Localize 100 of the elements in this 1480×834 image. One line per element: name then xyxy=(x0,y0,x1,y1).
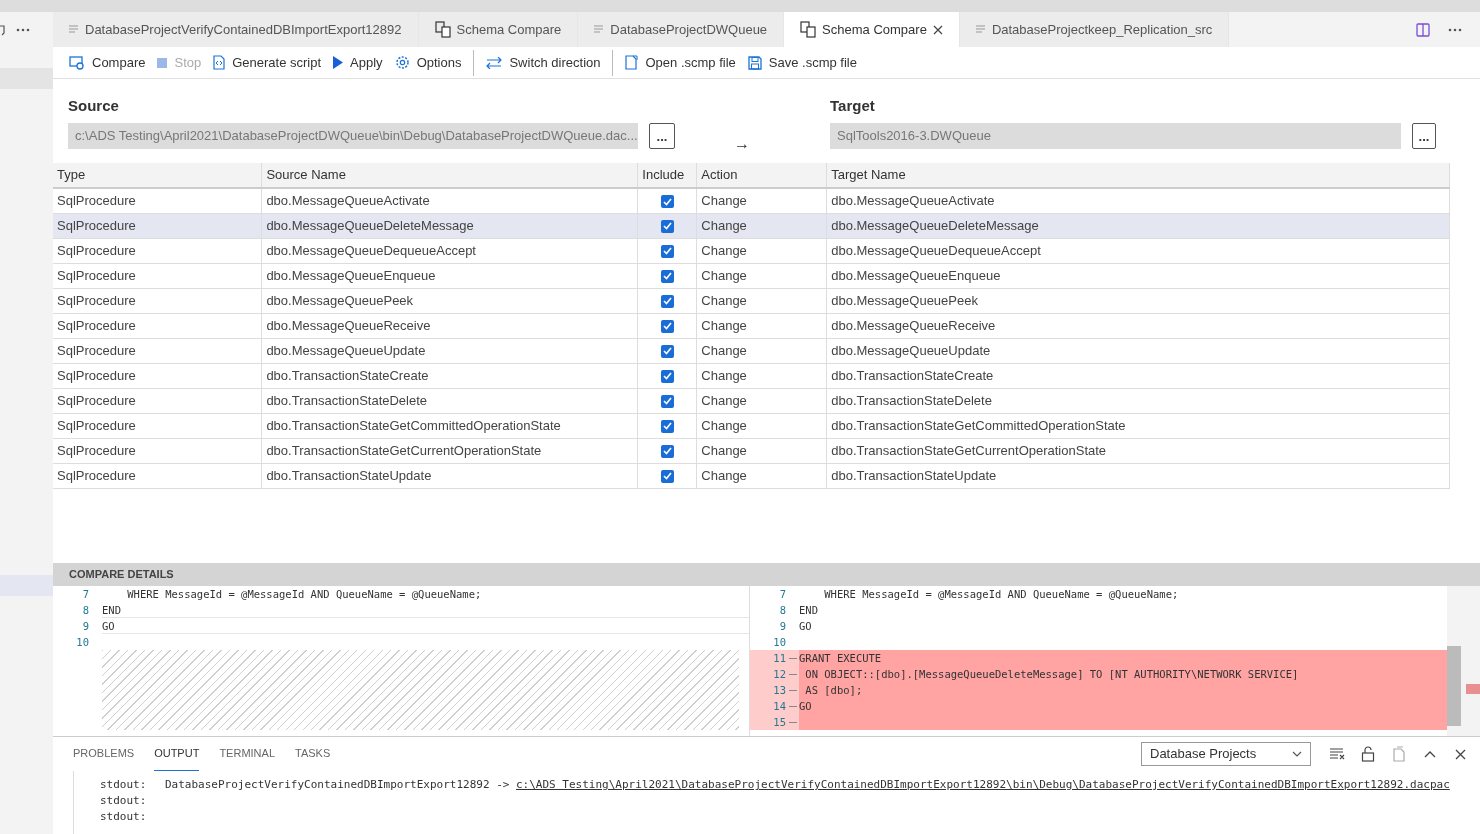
column-header[interactable]: Type xyxy=(53,163,262,188)
line-number: 7 xyxy=(778,587,786,602)
toolbar-button[interactable]: Save .scmp file xyxy=(741,49,863,76)
table-row[interactable]: SqlProcedure dbo.MessageQueuePeek Change dbo.MessageQueuePeek xyxy=(53,288,1450,313)
maximize-panel-icon[interactable] xyxy=(1423,749,1437,759)
checkbox[interactable] xyxy=(660,294,674,308)
line-number: 13 xyxy=(772,683,786,698)
table-cell: SqlProcedure xyxy=(57,392,136,408)
table-row[interactable]: SqlProcedure dbo.TransactionStateGetCurrentOperationState Change dbo.TransactionStateGetCurrentOperationState xyxy=(53,438,1450,463)
browse-button[interactable]: ... xyxy=(1412,123,1436,149)
table-row[interactable]: SqlProcedure dbo.TransactionStateDelete Change dbo.TransactionStateDelete xyxy=(53,388,1450,413)
toolbar-button[interactable]: Generate script xyxy=(207,49,328,76)
panel-tab[interactable]: TERMINAL xyxy=(219,737,275,771)
close-icon[interactable] xyxy=(1455,748,1466,760)
target-heading: Target xyxy=(830,96,876,116)
column-header[interactable]: Include xyxy=(637,163,697,188)
checkbox[interactable] xyxy=(660,469,674,483)
checkbox[interactable] xyxy=(660,344,674,358)
checkbox[interactable] xyxy=(660,319,674,333)
section-header: COMPARE DETAILS xyxy=(53,563,1480,586)
table-cell: dbo.MessageQueueDequeueAccept xyxy=(266,242,476,258)
line-number: 7 xyxy=(81,587,89,602)
file-lines-icon xyxy=(975,24,986,35)
line-number: 8 xyxy=(81,603,89,618)
table-row[interactable]: SqlProcedure dbo.MessageQueueActivate Change dbo.MessageQueueActivate xyxy=(53,188,1450,213)
checkbox[interactable] xyxy=(660,269,674,283)
table-cell: dbo.TransactionStateCreate xyxy=(831,367,994,383)
table-row[interactable]: SqlProcedure dbo.MessageQueueDequeueAccept Change dbo.MessageQueueDequeueAccept xyxy=(53,238,1450,263)
table-row[interactable]: SqlProcedure dbo.TransactionStateCreate Change dbo.TransactionStateCreate xyxy=(53,363,1450,388)
editor-tab[interactable]: Schema Compare xyxy=(418,12,579,47)
checkbox[interactable] xyxy=(660,444,674,458)
browse-button[interactable]: ... xyxy=(649,123,675,149)
table-row[interactable]: SqlProcedure dbo.MessageQueueEnqueue Change dbo.MessageQueueEnqueue xyxy=(53,263,1450,288)
table-cell: dbo.MessageQueueUpdate xyxy=(266,342,426,358)
file-lines-icon xyxy=(594,24,605,35)
more-icon[interactable] xyxy=(16,27,30,32)
toolbar-button[interactable]: Apply xyxy=(327,49,389,76)
script-file-icon xyxy=(213,55,226,70)
line-number: 9 xyxy=(81,619,89,634)
checkbox[interactable] xyxy=(660,369,674,383)
column-header[interactable]: Action xyxy=(696,163,827,188)
line-number: 12 xyxy=(772,667,786,682)
table-cell: SqlProcedure xyxy=(57,367,136,383)
table-row[interactable]: SqlProcedure dbo.TransactionStateGetCommittedOperationState Change dbo.TransactionStateGetCommittedOperationState xyxy=(53,413,1450,438)
split-editor-icon[interactable] xyxy=(1416,22,1430,37)
toolbar-button[interactable]: Switch direction xyxy=(480,49,614,76)
scrollbar[interactable] xyxy=(1447,646,1461,726)
table-cell: Change xyxy=(701,367,747,383)
table-cell: SqlProcedure xyxy=(57,342,136,358)
clear-output-icon[interactable] xyxy=(1329,747,1345,761)
file-link[interactable]: c:\ADS Testing\April2021\DatabaseProjectVerifyContainedDBImportExport12892\bin\Debug\DatabaseProjectVerifyContainedDBImportExport12892.dacpac xyxy=(516,777,1450,793)
table-cell: dbo.TransactionStateGetCurrentOperationState xyxy=(266,442,542,458)
code-line: END xyxy=(102,602,749,618)
editor-tab[interactable]: Schema Compare xyxy=(784,12,960,47)
checkbox[interactable] xyxy=(660,394,674,408)
table-cell: dbo.TransactionStateUpdate xyxy=(266,467,432,483)
editor-tab[interactable]: DatabaseProjectDWQueue xyxy=(578,12,785,47)
table-cell: dbo.MessageQueueActivate xyxy=(831,193,995,208)
table-row[interactable]: SqlProcedure dbo.MessageQueueUpdate Change dbo.MessageQueueUpdate xyxy=(53,338,1450,363)
table-cell: dbo.MessageQueueDequeueAccept xyxy=(831,242,1041,258)
table-cell: Change xyxy=(701,267,747,283)
output-channel-dropdown[interactable]: Database Projects xyxy=(1141,742,1311,766)
table-cell: dbo.MessageQueueActivate xyxy=(266,193,430,208)
source-heading: Source xyxy=(68,96,120,116)
table-cell: SqlProcedure xyxy=(57,217,136,233)
panel-tab[interactable]: PROBLEMS xyxy=(73,737,135,771)
table-row[interactable]: SqlProcedure dbo.MessageQueueDeleteMessage Change dbo.MessageQueueDeleteMessage xyxy=(53,213,1450,238)
table-cell: SqlProcedure xyxy=(57,193,136,208)
lock-icon[interactable] xyxy=(1361,746,1375,762)
code-line: GO xyxy=(799,619,813,634)
code-line: END xyxy=(799,603,819,618)
file-lines-icon xyxy=(69,24,79,35)
checkbox[interactable] xyxy=(660,244,674,258)
column-header[interactable]: Source Name xyxy=(261,163,638,188)
panel-tab[interactable]: OUTPUT xyxy=(154,737,200,771)
checkbox[interactable] xyxy=(660,195,674,209)
output-text: DatabaseProjectVerifyContainedDBImportExport12892 -> xyxy=(165,777,511,793)
more-icon[interactable] xyxy=(1448,27,1462,32)
table-cell: Change xyxy=(701,442,747,458)
checkbox[interactable] xyxy=(660,419,674,433)
editor-tab[interactable]: DatabaseProjectVerifyContainedDBImportExport12892 xyxy=(53,12,419,47)
toolbar-button[interactable]: Options xyxy=(388,49,475,76)
table-cell: dbo.TransactionStateCreate xyxy=(266,367,429,383)
table-cell: dbo.MessageQueuePeek xyxy=(831,292,978,308)
compare-icon xyxy=(434,21,451,38)
table-cell: Change xyxy=(701,217,747,233)
column-header[interactable]: Target Name xyxy=(826,163,1450,188)
line-number: 9 xyxy=(778,619,786,634)
diff-marker xyxy=(1466,684,1480,694)
panel-tab[interactable]: TASKS xyxy=(295,737,331,771)
table-row[interactable]: SqlProcedure dbo.MessageQueueReceive Change dbo.MessageQueueReceive xyxy=(53,313,1450,338)
close-icon[interactable] xyxy=(932,24,943,35)
table-cell: SqlProcedure xyxy=(57,292,136,308)
output-prefix: stdout: xyxy=(100,809,148,825)
toolbar-button[interactable]: Compare xyxy=(63,49,152,76)
editor-tab[interactable]: DatabaseProjectkeep_Replication_src xyxy=(959,12,1230,47)
checkbox[interactable] xyxy=(660,219,674,233)
table-cell: Change xyxy=(701,467,747,483)
toolbar-button[interactable]: Open .scmp file xyxy=(619,49,742,76)
table-row[interactable]: SqlProcedure dbo.TransactionStateUpdate Change dbo.TransactionStateUpdate xyxy=(53,463,1450,488)
